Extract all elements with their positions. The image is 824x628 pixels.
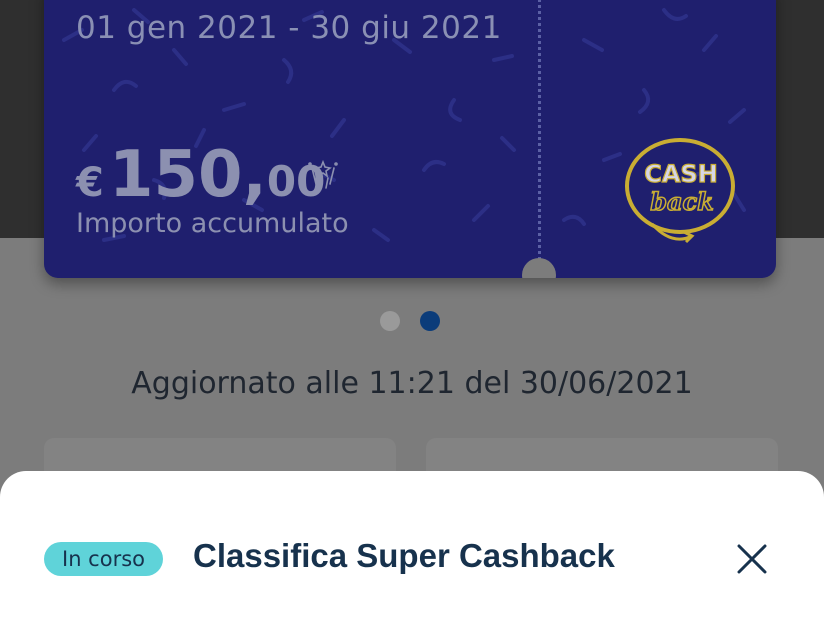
logo-text-top: CASH [644,160,718,188]
last-updated-text: Aggiornato alle 11:21 del 30/06/2021 [131,366,693,401]
amount-label: Importo accumulato [76,208,349,239]
currency-symbol: € [76,160,104,206]
cashback-logo: CASH back [625,138,735,244]
close-icon[interactable] [734,541,770,577]
sheet-title: Classifica Super Cashback [193,537,615,574]
carousel-pagination [380,311,440,331]
sparkle-icon [308,159,338,189]
card-period: 01 gen 2021 - 30 giu 2021 [76,10,502,46]
amount-integer: 150, [108,138,267,212]
status-badge: In corso [44,542,163,576]
page-dot-2-active[interactable] [420,311,440,331]
page-dot-1[interactable] [380,311,400,331]
accumulated-amount: € 150,00 [76,138,325,212]
bottom-sheet: In corso Classifica Super Cashback [0,471,824,628]
card-divider [538,0,541,260]
cashback-card[interactable]: 01 gen 2021 - 30 giu 2021 € 150,00 Impor… [44,0,776,278]
logo-text-bottom: back [650,187,714,216]
